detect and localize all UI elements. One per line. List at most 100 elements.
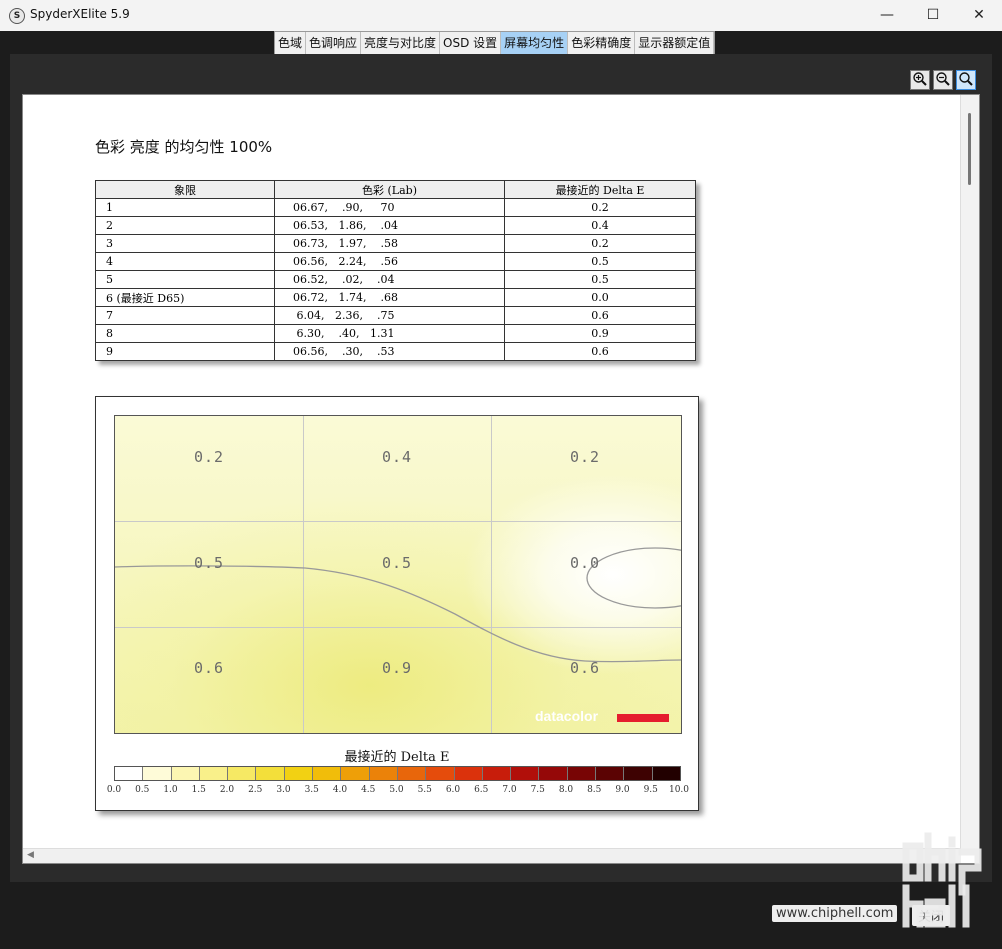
colorbar-swatch: [426, 767, 455, 780]
table-row: 1 06.67, .90, 70 0.2: [95, 198, 696, 217]
table-row: 6 (最接近 D65) 06.72, 1.74, .68 0.0: [95, 288, 696, 307]
table-row: 5 06.52, .02, .04 0.5: [95, 270, 696, 289]
delta-cell: 0.2: [504, 198, 696, 217]
zoom-in-icon[interactable]: [910, 70, 930, 90]
watermark-text: www.chiphell.com: [772, 905, 898, 922]
table-row: 3 06.73, 1.97, .58 0.2: [95, 234, 696, 253]
colorbar-tick-label: 5.0: [389, 785, 404, 795]
colorbar-tick-label: 6.0: [445, 785, 461, 795]
lab-cell: 06.53, 1.86, .04: [274, 216, 505, 235]
colorbar-swatch: [341, 767, 370, 780]
colorbar-swatch: [369, 767, 398, 780]
maximize-button[interactable]: ☐: [910, 0, 956, 31]
delta-cell: 0.5: [504, 252, 696, 271]
lab-cell: 06.73, 1.97, .58: [274, 234, 505, 253]
vertical-scrollbar[interactable]: [960, 95, 979, 849]
colorbar-tick-label: 10.0: [668, 785, 690, 795]
colorbar-swatch: [228, 767, 257, 780]
delta-cell: 0.2: [504, 234, 696, 253]
quadrant-cell: 7: [95, 306, 275, 325]
colorbar-tick-label: 5.5: [417, 785, 432, 795]
quadrant-cell: 9: [95, 342, 275, 361]
colorbar: [114, 766, 681, 781]
delta-cell: 0.0: [504, 288, 696, 307]
zoom-out-icon[interactable]: [933, 70, 953, 90]
heatmap-cell: 0.6: [569, 659, 601, 677]
colorbar-swatch: [199, 767, 229, 780]
delta-cell: 0.9: [504, 324, 696, 343]
datacolor-logo-bar: [617, 714, 669, 722]
colorbar-swatch: [397, 767, 427, 780]
window-title: SpyderXElite 5.9: [30, 7, 130, 21]
table-row: 9 06.56, .30, .53 0.6: [95, 342, 696, 361]
quadrant-cell: 4: [95, 252, 275, 271]
colorbar-tick-label: 8.0: [558, 785, 574, 795]
report-title: 色彩 亮度 的均匀性 100%: [95, 138, 273, 156]
colorbar-swatch: [313, 767, 342, 780]
colorbar-tick-label: 7.0: [502, 785, 517, 795]
quadrant-cell: 5: [95, 270, 275, 289]
quadrant-cell: 8: [95, 324, 275, 343]
report-tabs: 色域 色调响应 亮度与对比度 OSD 设置 屏幕均匀性 色彩精确度 显示器额定值: [274, 31, 716, 55]
heatmap-cell: 0.9: [381, 659, 413, 677]
tab-display-rating[interactable]: 显示器额定值: [635, 32, 715, 54]
colorbar-tick-label: 4.0: [332, 785, 348, 795]
scroll-left-arrow-icon[interactable]: ◀: [27, 850, 34, 860]
colorbar-tick-label: 2.5: [248, 785, 263, 795]
uniformity-heatmap: 0.2 0.4 0.2 0.5 0.5 0.0 0.6 0.9 0.6 data…: [114, 415, 682, 734]
colorbar-tick-label: 1.5: [191, 785, 206, 795]
tab-brightness-contrast[interactable]: 亮度与对比度: [361, 32, 441, 54]
tab-tone-response[interactable]: 色调响应: [306, 32, 362, 54]
colorbar-ticks: 0.0 0.5 1.0 1.5 2.0 2.5 3.0 3.5 4.0 4.5 5.0 5.5 6.0 6…: [96, 785, 698, 797]
colorbar-swatch: [652, 767, 680, 780]
lab-cell: 06.56, 2.24, .56: [274, 252, 505, 271]
colorbar-swatch: [482, 767, 512, 780]
table-row: 4 06.56, 2.24, .56 0.5: [95, 252, 696, 271]
uniformity-table: 象限 色彩 (Lab) 最接近的 Delta E 1 06.67, .90, 70…: [95, 180, 696, 361]
colorbar-tick-label: 1.0: [163, 785, 178, 795]
table-row: 2 06.53, 1.86, .04 0.4: [95, 216, 696, 235]
column-header-quadrant: 象限: [95, 180, 275, 199]
table-row: 8 6.30, .40, 1.31 0.9: [95, 324, 696, 343]
colorbar-swatch: [256, 767, 285, 780]
colorbar-tick-label: 0.5: [135, 785, 150, 795]
horizontal-scrollbar[interactable]: ◀: [23, 848, 961, 863]
heatmap-cell: 0.5: [381, 554, 413, 572]
heatmap-cell: 0.0: [569, 554, 601, 572]
zoom-fit-icon[interactable]: [956, 70, 976, 90]
table-row: 7 6.04, 2.36, .75 0.6: [95, 306, 696, 325]
tab-gamut[interactable]: 色域: [275, 32, 307, 54]
quadrant-cell: 1: [95, 198, 275, 217]
quadrant-cell: 2: [95, 216, 275, 235]
lab-cell: 06.56, .30, .53: [274, 342, 505, 361]
column-header-delta-e: 最接近的 Delta E: [504, 180, 696, 199]
zoom-toolbar: [910, 70, 976, 90]
colorbar-tick-label: 9.5: [643, 785, 658, 795]
chiphell-watermark-logo: [900, 832, 990, 937]
minimize-button[interactable]: —: [864, 0, 910, 31]
tab-osd-settings[interactable]: OSD 设置: [440, 32, 502, 54]
title-bar: S SpyderXElite 5.9 — ☐ ✕: [0, 0, 1002, 31]
heatmap-cell: 0.4: [381, 448, 413, 466]
app-icon: S: [9, 8, 25, 24]
lab-cell: 6.30, .40, 1.31: [274, 324, 505, 343]
colorbar-swatch: [596, 767, 625, 780]
lab-cell: 06.72, 1.74, .68: [274, 288, 505, 307]
colorbar-tick-label: 4.5: [361, 785, 376, 795]
delta-cell: 0.4: [504, 216, 696, 235]
colorbar-tick-label: 3.5: [304, 785, 319, 795]
colorbar-tick-label: 6.5: [474, 785, 489, 795]
colorbar-swatch: [567, 767, 597, 780]
colorbar-swatch: [454, 767, 483, 780]
tab-color-accuracy[interactable]: 色彩精确度: [568, 32, 636, 54]
scrollbar-thumb[interactable]: [968, 113, 971, 185]
colorbar-swatch: [171, 767, 200, 780]
lab-cell: 06.67, .90, 70: [274, 198, 505, 217]
close-window-button[interactable]: ✕: [956, 0, 1002, 31]
datacolor-logo: datacolor: [535, 708, 599, 724]
tab-screen-uniformity[interactable]: 屏幕均匀性: [501, 32, 569, 54]
colorbar-swatch: [284, 767, 314, 780]
heatmap-cell: 0.2: [193, 448, 225, 466]
table-header-row: 象限 色彩 (Lab) 最接近的 Delta E: [95, 180, 696, 199]
delta-cell: 0.5: [504, 270, 696, 289]
